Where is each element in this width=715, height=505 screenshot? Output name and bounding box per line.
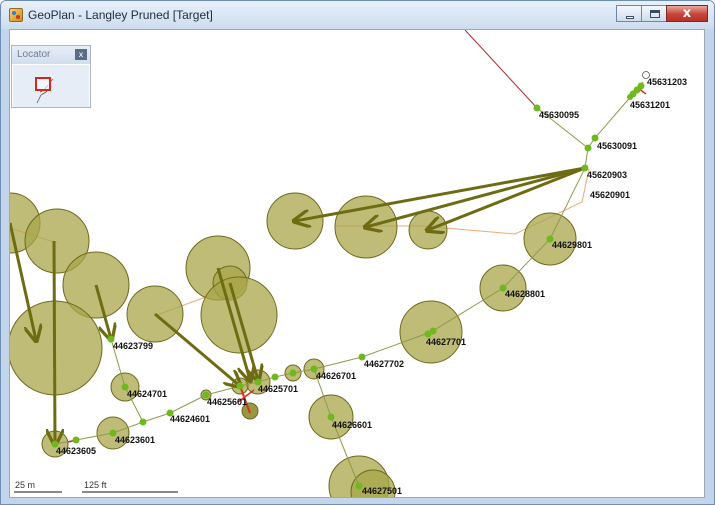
node-marker[interactable] [289, 369, 297, 377]
locator-header[interactable]: Locator x [12, 46, 90, 64]
node-label[interactable]: 44627701 [426, 337, 466, 347]
geoplan-app-icon [9, 8, 23, 22]
node-label[interactable]: 44627501 [362, 486, 402, 496]
node-label[interactable]: 44625701 [258, 384, 298, 394]
minimize-button[interactable] [616, 5, 642, 22]
node-marker[interactable] [429, 327, 437, 335]
node-label[interactable]: 44623799 [113, 341, 153, 351]
node-label[interactable]: 44625601 [207, 397, 247, 407]
locator-overview-svg [36, 78, 54, 104]
node-label[interactable]: 44627702 [364, 359, 404, 369]
node-label[interactable]: 45620901 [590, 190, 630, 200]
scale-label-imperial: 125 ft [84, 480, 107, 490]
node-marker[interactable] [72, 436, 80, 444]
window-controls: x [616, 5, 708, 23]
node-label[interactable]: 44624601 [170, 414, 210, 424]
minimize-icon [626, 16, 634, 19]
node-label[interactable]: 44623605 [56, 446, 96, 456]
node-label[interactable]: 45631203 [647, 77, 687, 87]
node-marker[interactable] [139, 418, 147, 426]
geoplan-window: GeoPlan - Langley Pruned [Target] x 4563… [0, 0, 715, 505]
dark-red-line [464, 30, 538, 109]
node-label[interactable]: 44626701 [316, 371, 356, 381]
map-view[interactable]: 45631203 45631201 45630095 45630091 4562… [9, 29, 705, 498]
node-label[interactable]: 45630095 [539, 110, 579, 120]
maximize-icon [650, 10, 660, 18]
locator-viewport-frame[interactable] [35, 77, 51, 91]
node-marker[interactable] [584, 144, 592, 152]
close-icon: x [682, 6, 692, 21]
node-label[interactable]: 44626601 [332, 420, 372, 430]
window-title: GeoPlan - Langley Pruned [Target] [28, 8, 213, 22]
flow-arrow[interactable] [54, 240, 55, 444]
node-label[interactable]: 44628801 [505, 289, 545, 299]
close-button[interactable]: x [666, 5, 708, 22]
title-bar[interactable]: GeoPlan - Langley Pruned [Target] x [1, 1, 714, 29]
locator-panel[interactable]: Locator x [11, 45, 91, 108]
node-label[interactable]: 44624701 [127, 389, 167, 399]
locator-overview-map[interactable] [13, 65, 89, 107]
flow-arrow[interactable] [295, 166, 586, 221]
node-marker[interactable] [271, 373, 279, 381]
scale-bar: 25 m 125 ft [14, 480, 178, 493]
node-label[interactable]: 45630091 [597, 141, 637, 151]
network-map[interactable]: 45631203 45631201 45630095 45630091 4562… [10, 30, 705, 498]
scale-label-metric: 25 m [15, 480, 35, 490]
node-label[interactable]: 45620903 [587, 170, 627, 180]
locator-title: Locator [17, 49, 51, 60]
node-label[interactable]: 44629801 [552, 240, 592, 250]
locator-close-button[interactable]: x [75, 49, 87, 60]
maximize-button[interactable] [641, 5, 667, 22]
node-marker[interactable] [637, 82, 645, 90]
node-label[interactable]: 44623601 [115, 435, 155, 445]
node-label[interactable]: 45631201 [630, 100, 670, 110]
node-marker[interactable] [236, 382, 244, 390]
